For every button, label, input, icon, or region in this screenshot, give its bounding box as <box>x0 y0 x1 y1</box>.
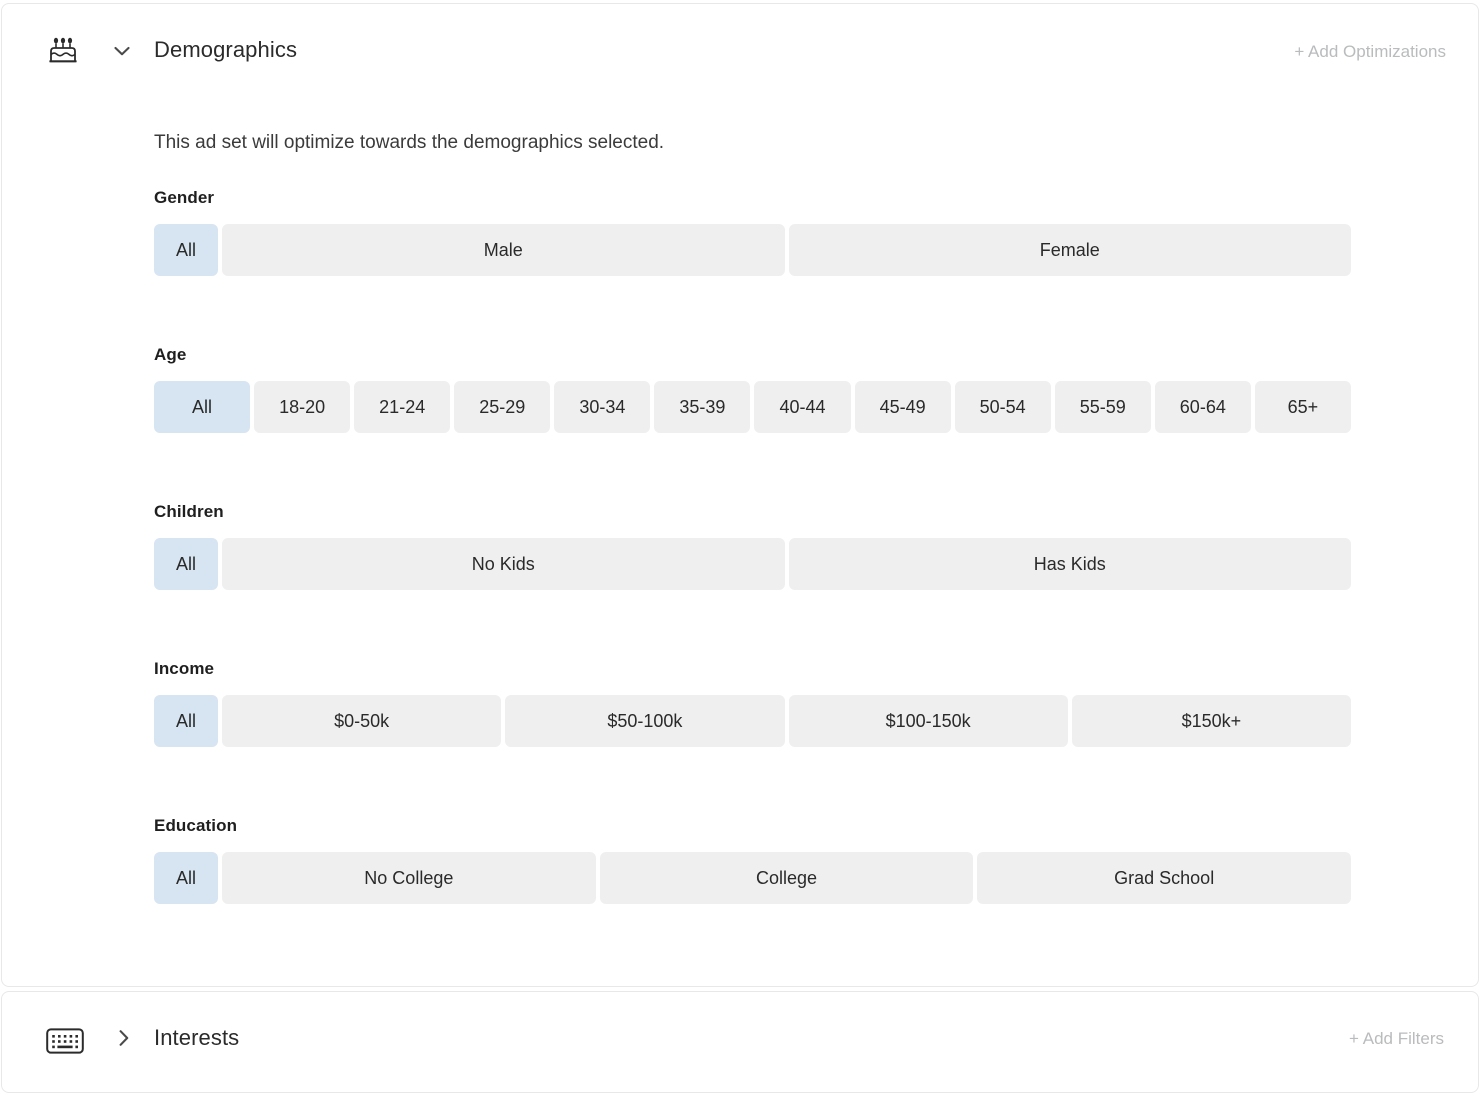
interests-card[interactable]: Interests + Add Filters <box>1 991 1479 1093</box>
age-option-30-34[interactable]: 30-34 <box>554 381 650 433</box>
age-option-50-54[interactable]: 50-54 <box>955 381 1051 433</box>
birthday-cake-icon <box>44 32 82 70</box>
age-option-65-plus[interactable]: 65+ <box>1255 381 1351 433</box>
age-option-25-29[interactable]: 25-29 <box>454 381 550 433</box>
page-title: Demographics <box>154 34 297 66</box>
children-option-no-kids[interactable]: No Kids <box>222 538 785 590</box>
education-options: All No College College Grad School <box>154 852 1351 904</box>
demographics-card-header: Demographics + Add Optimizations <box>2 4 1478 96</box>
children-options: All No Kids Has Kids <box>154 538 1351 590</box>
age-option-all[interactable]: All <box>154 381 250 433</box>
age-option-18-20[interactable]: 18-20 <box>254 381 350 433</box>
chevron-down-icon[interactable] <box>106 36 138 66</box>
gender-option-male[interactable]: Male <box>222 224 785 276</box>
demographics-description: This ad set will optimize towards the de… <box>154 130 664 156</box>
age-option-21-24[interactable]: 21-24 <box>354 381 450 433</box>
group-education: Education All No College College Grad Sc… <box>154 814 1478 904</box>
gender-option-female[interactable]: Female <box>789 224 1352 276</box>
group-label-children: Children <box>154 500 1478 524</box>
age-option-60-64[interactable]: 60-64 <box>1155 381 1251 433</box>
income-option-100-150k[interactable]: $100-150k <box>789 695 1068 747</box>
education-option-all[interactable]: All <box>154 852 218 904</box>
group-children: Children All No Kids Has Kids <box>154 500 1478 590</box>
gender-option-all[interactable]: All <box>154 224 218 276</box>
group-income: Income All $0-50k $50-100k $100-150k $15… <box>154 657 1478 747</box>
chevron-right-icon[interactable] <box>108 1023 140 1053</box>
keyboard-icon <box>46 1022 84 1060</box>
income-option-all[interactable]: All <box>154 695 218 747</box>
gender-options: All Male Female <box>154 224 1351 276</box>
interests-title: Interests <box>154 1022 239 1054</box>
age-option-55-59[interactable]: 55-59 <box>1055 381 1151 433</box>
add-optimizations-button[interactable]: + Add Optimizations <box>1294 40 1446 64</box>
children-option-has-kids[interactable]: Has Kids <box>789 538 1352 590</box>
education-option-no-college[interactable]: No College <box>222 852 596 904</box>
income-option-0-50k[interactable]: $0-50k <box>222 695 501 747</box>
group-label-age: Age <box>154 343 1478 367</box>
age-option-45-49[interactable]: 45-49 <box>855 381 951 433</box>
group-label-education: Education <box>154 814 1478 838</box>
income-option-50-100k[interactable]: $50-100k <box>505 695 784 747</box>
age-option-35-39[interactable]: 35-39 <box>654 381 750 433</box>
income-options: All $0-50k $50-100k $100-150k $150k+ <box>154 695 1351 747</box>
age-options: All 18-20 21-24 25-29 30-34 35-39 40-44 … <box>154 381 1351 433</box>
education-option-grad-school[interactable]: Grad School <box>977 852 1351 904</box>
education-option-college[interactable]: College <box>600 852 974 904</box>
group-label-income: Income <box>154 657 1478 681</box>
income-option-150k-plus[interactable]: $150k+ <box>1072 695 1351 747</box>
children-option-all[interactable]: All <box>154 538 218 590</box>
group-gender: Gender All Male Female <box>154 186 1478 276</box>
demographics-card: Demographics + Add Optimizations This ad… <box>1 3 1479 987</box>
group-label-gender: Gender <box>154 186 1478 210</box>
interests-card-header: Interests + Add Filters <box>2 992 1478 1092</box>
age-option-40-44[interactable]: 40-44 <box>754 381 850 433</box>
demographics-targeting-panel: Demographics + Add Optimizations This ad… <box>0 0 1480 1096</box>
add-filters-button[interactable]: + Add Filters <box>1349 1027 1444 1051</box>
group-age: Age All 18-20 21-24 25-29 30-34 35-39 40… <box>154 343 1478 433</box>
